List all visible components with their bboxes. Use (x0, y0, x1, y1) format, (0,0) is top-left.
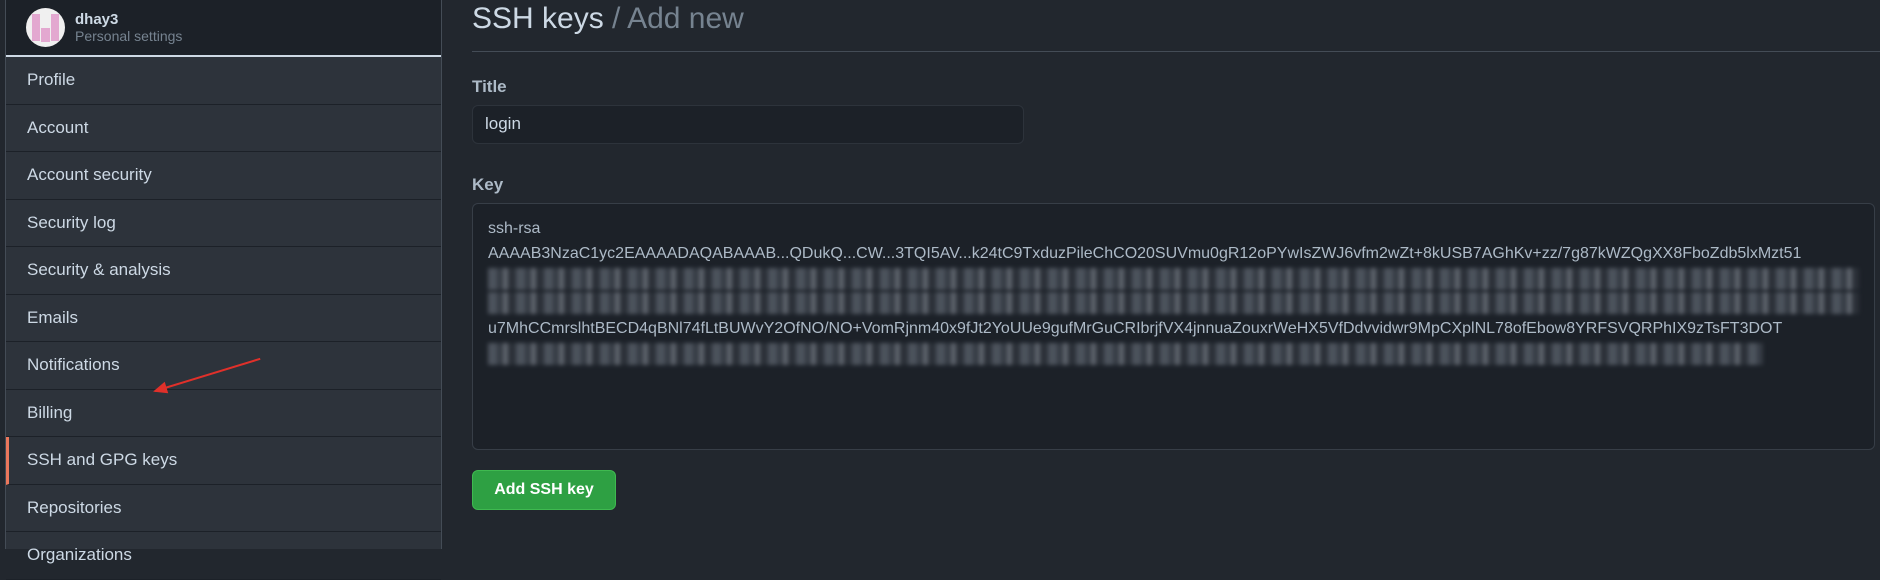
sidebar-item-security-log[interactable]: Security log (6, 200, 441, 247)
key-line: ssh-rsa (488, 220, 541, 237)
redacted-key-line (488, 292, 1859, 314)
sidebar-item-billing[interactable]: Billing (6, 390, 441, 437)
sidebar-item-organizations[interactable]: Organizations (6, 532, 441, 580)
sidebar-item-profile[interactable]: Profile (6, 57, 441, 105)
title-label: Title (472, 77, 507, 96)
main-content: SSH keys / Add new Title login Key ssh-r… (472, 0, 1880, 510)
sidebar-item-account-security[interactable]: Account security (6, 152, 441, 200)
page-title-sub: Add new (627, 2, 744, 35)
key-textarea[interactable]: ssh-rsa AAAAB3NzaC1yc2EAAAADAQABAAAB...Q… (472, 203, 1875, 450)
sidebar-item-emails[interactable]: Emails (6, 295, 441, 342)
user-header: dhay3 Personal settings (6, 0, 441, 57)
avatar[interactable] (26, 8, 65, 47)
page-title: SSH keys / Add new (472, 0, 1880, 52)
key-label: Key (472, 175, 504, 194)
sidebar-item-account[interactable]: Account (6, 105, 441, 152)
key-line: u7MhCCmrslhtBECD4qBNl74fLtBUWvY2OfNO/NO+… (488, 320, 1783, 337)
redacted-key-line (488, 268, 1859, 290)
sidebar-item-repositories[interactable]: Repositories (6, 485, 441, 532)
sidebar-item-security-analysis[interactable]: Security & analysis (6, 247, 441, 295)
redacted-key-line (488, 343, 1764, 365)
settings-sidebar: dhay3 Personal settings Profile Account … (5, 0, 442, 580)
title-separator: / (603, 2, 628, 35)
sidebar-item-notifications[interactable]: Notifications (6, 342, 441, 390)
username[interactable]: dhay3 (75, 11, 182, 28)
add-ssh-key-button[interactable]: Add SSH key (472, 470, 616, 510)
title-input[interactable]: login (472, 105, 1024, 144)
personal-settings-label: Personal settings (75, 28, 183, 44)
page-title-main: SSH keys (472, 2, 604, 35)
sidebar-item-ssh-gpg-keys[interactable]: SSH and GPG keys (6, 437, 441, 485)
key-line: AAAAB3NzaC1yc2EAAAADAQABAAAB...QDukQ...C… (488, 245, 1802, 262)
